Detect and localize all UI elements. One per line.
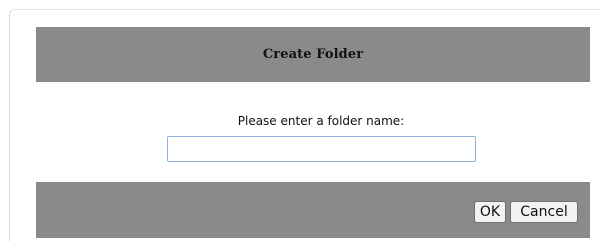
dialog-title: Create Folder bbox=[262, 47, 364, 62]
cancel-button[interactable]: Cancel bbox=[510, 201, 578, 223]
dialog-footer: OK Cancel bbox=[36, 182, 590, 238]
folder-name-prompt: Please enter a folder name: bbox=[237, 114, 405, 128]
ok-button[interactable]: OK bbox=[474, 201, 506, 223]
create-folder-dialog: Create Folder Please enter a folder name… bbox=[9, 9, 600, 241]
dialog-header: Create Folder bbox=[36, 27, 590, 82]
folder-name-input[interactable] bbox=[167, 136, 476, 162]
